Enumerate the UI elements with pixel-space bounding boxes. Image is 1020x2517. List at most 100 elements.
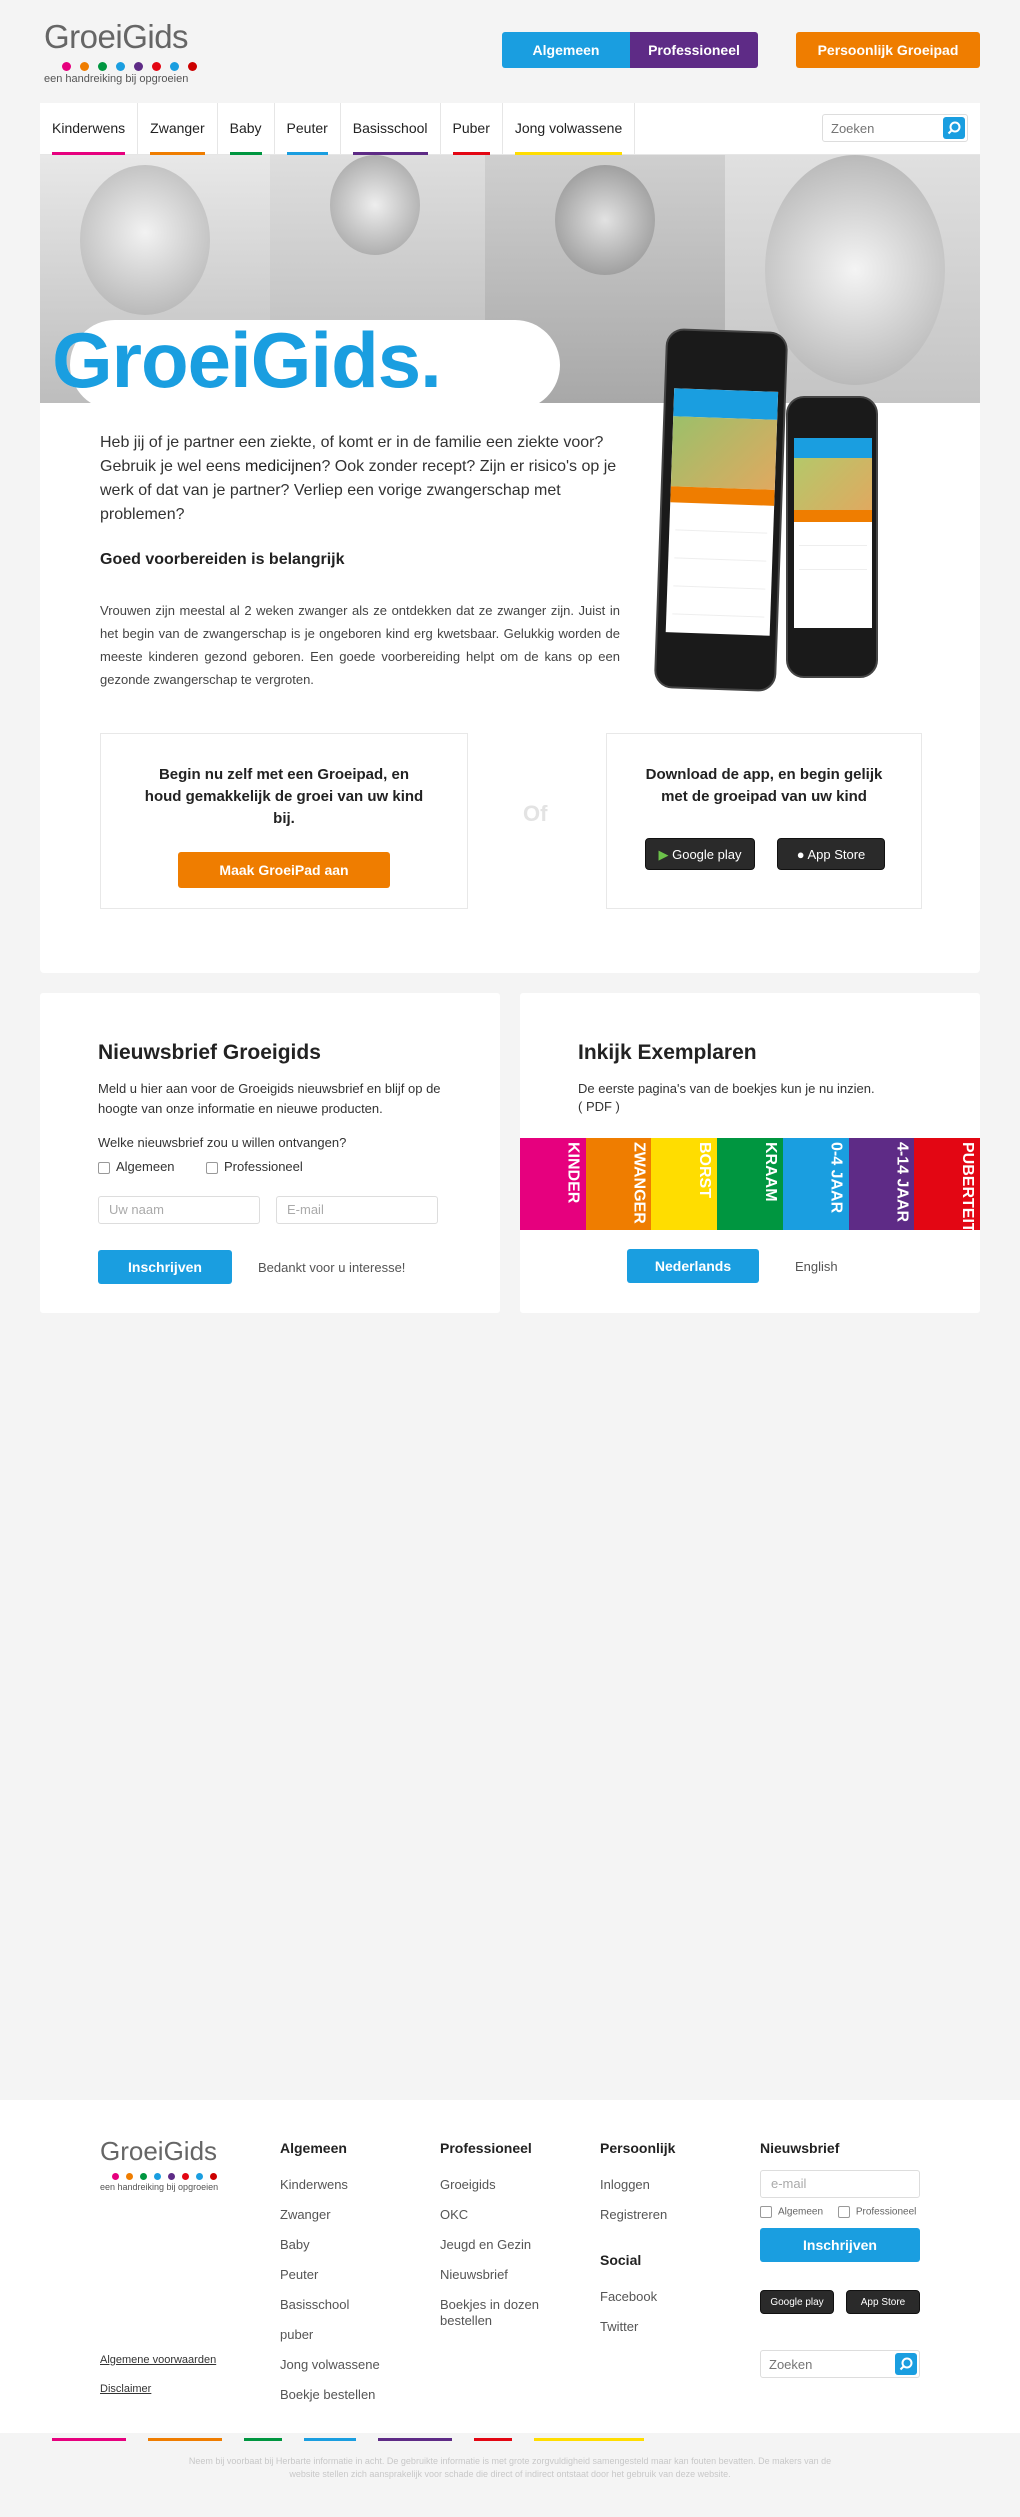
logo-dot <box>134 62 143 71</box>
professioneel-button[interactable]: Professioneel <box>630 32 758 68</box>
footer-col-title: Algemeen <box>280 2140 347 2156</box>
nav-item-jong-volwassene[interactable]: Jong volwassene <box>503 103 636 156</box>
english-link[interactable]: English <box>795 1257 838 1277</box>
footer-link[interactable]: Nieuwsbrief <box>440 2260 560 2290</box>
logo[interactable]: GroeiGids een handreiking bij opgroeien <box>44 18 214 88</box>
or-separator: Of <box>523 801 548 826</box>
app-header-bar <box>673 388 779 420</box>
algemeen-button[interactable]: Algemeen <box>502 32 630 68</box>
footer-link[interactable]: Boekjes in dozen bestellen <box>440 2290 560 2329</box>
booklet-cover[interactable]: 0-4 JAAR <box>782 1138 849 1230</box>
footer-link[interactable]: Boekje bestellen <box>280 2380 380 2410</box>
footer-link[interactable]: Basisschool <box>280 2290 380 2320</box>
email-input[interactable]: E-mail <box>276 1196 438 1224</box>
newsletter-opt-algemeen[interactable]: Algemeen <box>98 1157 175 1177</box>
newsletter-opt-professioneel[interactable]: Professioneel <box>206 1157 303 1177</box>
google-play-button[interactable]: ▶ Google play <box>645 838 755 870</box>
app-download-cta: Download de app, en begin gelijk met de … <box>606 733 922 909</box>
footer-link[interactable]: Jong volwassene <box>280 2350 380 2380</box>
footer-search <box>760 2350 920 2378</box>
logo-dot <box>188 62 197 71</box>
nav-item-puber[interactable]: Puber <box>441 103 503 156</box>
booklet-cover[interactable]: KRAAM <box>717 1138 783 1230</box>
nav-item-kinderwens[interactable]: Kinderwens <box>40 103 139 156</box>
booklet-cover[interactable]: KINDER <box>520 1138 586 1230</box>
footer-link[interactable]: Peuter <box>280 2260 380 2290</box>
intro-text: Heb jij of je partner een ziekte, of kom… <box>100 431 620 527</box>
footer-link[interactable]: Inloggen <box>600 2170 675 2200</box>
checkbox[interactable] <box>760 2206 772 2218</box>
footer-link[interactable]: Zwanger <box>280 2200 380 2230</box>
footer-link[interactable]: Facebook <box>600 2282 675 2312</box>
footer-col-nieuwsbrief: Nieuwsbrief e-mail Algemeen Professionee… <box>760 2140 920 2378</box>
logo-dot <box>140 2173 147 2180</box>
search-icon <box>947 121 961 135</box>
footer-logo-tagline: een handreiking bij opgroeien <box>100 2182 219 2192</box>
footer-col-title: Persoonlijk <box>600 2140 676 2156</box>
booklet-cover[interactable]: 4-14 JAAR <box>848 1138 915 1230</box>
logo-dot <box>196 2173 203 2180</box>
nederlands-button[interactable]: Nederlands <box>627 1249 759 1283</box>
nav-search <box>822 114 968 142</box>
booklet-label: 4-14 JAAR <box>893 1142 911 1223</box>
footer-col-title: Professioneel <box>440 2140 532 2156</box>
name-input[interactable]: Uw naam <box>98 1196 260 1224</box>
subheading: Goed voorbereiden is belangrijk <box>100 551 345 568</box>
phone-screen <box>794 438 872 628</box>
footer-color-bar <box>148 2438 222 2441</box>
search-button[interactable] <box>943 117 965 139</box>
logo-dot <box>98 62 107 71</box>
app-store-button[interactable]: ● App Store <box>777 838 885 870</box>
footer-link[interactable]: Baby <box>280 2230 380 2260</box>
inschrijven-button[interactable]: Inschrijven <box>98 1250 232 1284</box>
footer-link[interactable]: OKC <box>440 2200 560 2230</box>
footer-google-play-button[interactable]: Google play <box>760 2290 834 2314</box>
footer-col-title: Social <box>600 2252 642 2268</box>
footer-search-button[interactable] <box>895 2353 917 2375</box>
booklet-cover[interactable]: BORST <box>651 1138 718 1230</box>
app-list-row <box>673 562 767 590</box>
voorwaarden-link[interactable]: Algemene voorwaarden <box>100 2354 216 2366</box>
footer-link[interactable]: puber <box>280 2320 380 2350</box>
logo-dot <box>80 62 89 71</box>
footer-search-input[interactable] <box>761 2351 871 2377</box>
booklet-cover[interactable]: ZWANGER <box>585 1138 652 1230</box>
nav-item-baby[interactable]: Baby <box>218 103 275 156</box>
disclaimer-link[interactable]: Disclaimer <box>100 2383 151 2395</box>
app-header-bar <box>794 438 872 458</box>
nav-item-zwanger[interactable]: Zwanger <box>138 103 218 156</box>
body-text: Vrouwen zijn meestal al 2 weken zwanger … <box>100 603 620 687</box>
footer-link[interactable]: Jeugd en Gezin <box>440 2230 560 2260</box>
nav-item-basisschool[interactable]: Basisschool <box>341 103 441 156</box>
persoonlijk-groeipad-button[interactable]: Persoonlijk Groeipad <box>796 32 980 68</box>
footer-col-links: Inloggen Registreren <box>600 2170 675 2230</box>
newsletter-title: Nieuwsbrief Groeigids <box>98 1041 321 1064</box>
medicijnen-link[interactable]: medicijnen <box>245 458 321 475</box>
booklet-label: PUBERTEIT <box>959 1142 977 1230</box>
footer-app-store-button[interactable]: App Store <box>846 2290 920 2314</box>
nav-item-peuter[interactable]: Peuter <box>275 103 341 156</box>
footer-logo[interactable]: GroeiGids een handreiking bij opgroeien <box>100 2136 218 2192</box>
groeipad-cta-title: Begin nu zelf met een Groeipad, en houd … <box>144 766 424 827</box>
logo-dot <box>62 62 71 71</box>
booklet-cover[interactable]: PUBERTEIT <box>914 1138 981 1230</box>
maak-groeipad-button[interactable]: Maak GroeiPad aan <box>178 852 390 888</box>
search-input[interactable] <box>823 115 933 141</box>
newsletter-thanks: Bedankt voor u interesse! <box>258 1260 406 1275</box>
checkbox-label: Algemeen <box>116 1159 175 1174</box>
footer-link[interactable]: Registreren <box>600 2200 675 2230</box>
checkbox[interactable] <box>837 2206 850 2218</box>
footer-col-persoonlijk: Persoonlijk Inloggen Registreren Social F… <box>600 2140 675 2342</box>
checkbox[interactable] <box>98 1161 110 1174</box>
footer-link[interactable]: Twitter <box>600 2312 675 2342</box>
footer-link[interactable]: Groeigids <box>440 2170 560 2200</box>
app-list-row <box>674 534 768 562</box>
footer-inschrijven-button[interactable]: Inschrijven <box>760 2228 920 2262</box>
inkijk-pdf: ( PDF ) <box>578 1099 620 1114</box>
footer-email-input[interactable]: e-mail <box>760 2170 920 2198</box>
logo-dot <box>116 62 125 71</box>
checkbox[interactable] <box>206 1161 218 1174</box>
hero-face <box>555 165 655 275</box>
footer-link[interactable]: Kinderwens <box>280 2170 380 2200</box>
app-list-row <box>675 506 769 534</box>
